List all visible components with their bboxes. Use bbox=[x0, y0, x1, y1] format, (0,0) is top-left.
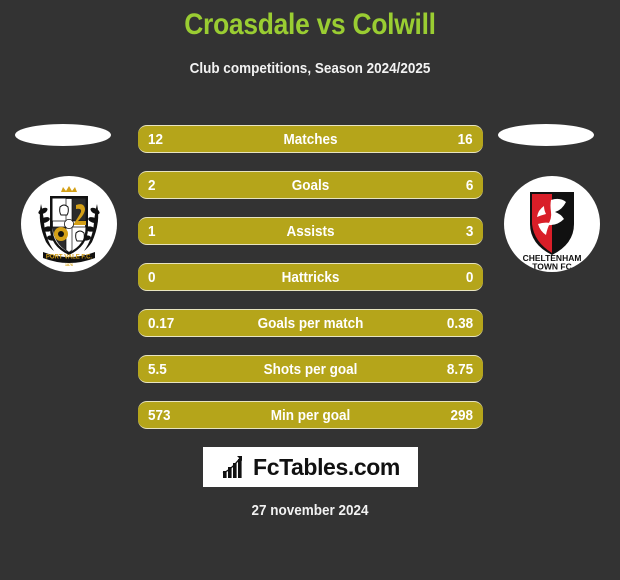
stat-row: 573 Min per goal 298 bbox=[138, 401, 483, 429]
home-badge-year-text: 1876 bbox=[65, 263, 73, 267]
cheltenham-town-fc-badge-icon: CHELTENHAM TOWN FC bbox=[523, 192, 581, 272]
stat-row: 0.17 Goals per match 0.38 bbox=[138, 309, 483, 337]
away-team-badge-disc: CHELTENHAM TOWN FC bbox=[504, 176, 600, 272]
stat-row: 0 Hattricks 0 bbox=[138, 263, 483, 291]
home-team-badge: PORT VALE F.C. 1876 bbox=[21, 176, 117, 272]
page-subtitle: Club competitions, Season 2024/2025 bbox=[189, 60, 431, 77]
away-team-badge: CHELTENHAM TOWN FC bbox=[504, 176, 600, 272]
stat-away-value: 0.38 bbox=[446, 314, 473, 332]
stat-comparison-page: Croasdale vs Colwill Club competitions, … bbox=[0, 0, 620, 580]
stat-row: 12 Matches 16 bbox=[138, 125, 483, 153]
page-title: Croasdale vs Colwill bbox=[184, 8, 436, 41]
stat-label: Min per goal bbox=[270, 406, 351, 424]
stat-label: Goals per match bbox=[257, 314, 364, 332]
home-badge-glare-ellipse bbox=[15, 124, 111, 146]
stat-row: 5.5 Shots per goal 8.75 bbox=[138, 355, 483, 383]
home-team-badge-disc: PORT VALE F.C. 1876 bbox=[21, 176, 117, 272]
footer-date: 27 november 2024 bbox=[251, 502, 369, 519]
away-badge-glare-ellipse bbox=[498, 124, 594, 146]
bar-chart-growth-icon bbox=[222, 456, 243, 478]
stat-away-value: 8.75 bbox=[446, 360, 473, 378]
port-vale-fc-badge-icon: PORT VALE F.C. 1876 bbox=[38, 186, 100, 267]
fctables-logo[interactable]: FcTables.com bbox=[203, 447, 418, 487]
stat-row: 1 Assists 3 bbox=[138, 217, 483, 245]
stat-away-value: 298 bbox=[450, 406, 473, 424]
home-badge-banner-text: PORT VALE F.C. bbox=[46, 255, 93, 261]
stat-label: Matches bbox=[283, 130, 338, 148]
stat-away-value: 16 bbox=[457, 130, 473, 148]
stat-label: Hattricks bbox=[281, 268, 340, 286]
away-badge-text-line2: TOWN FC bbox=[532, 262, 572, 272]
stat-away-value: 0 bbox=[465, 268, 473, 286]
stat-label: Assists bbox=[286, 222, 335, 240]
stat-label: Shots per goal bbox=[263, 360, 358, 378]
stat-away-value: 6 bbox=[465, 176, 473, 194]
stat-away-value: 3 bbox=[465, 222, 473, 240]
stats-list: 12 Matches 16 2 Goals 6 1 Assists 3 0 Ha… bbox=[138, 125, 483, 429]
fctables-logo-text: FcTables.com bbox=[253, 453, 400, 480]
stat-row: 2 Goals 6 bbox=[138, 171, 483, 199]
stat-label: Goals bbox=[291, 176, 330, 194]
